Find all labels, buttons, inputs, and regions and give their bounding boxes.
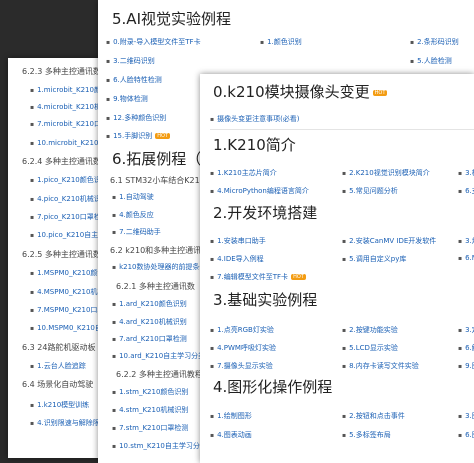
list-item[interactable]: ▪ 4.MicroPython编程语言简介	[210, 186, 338, 196]
list-item[interactable]: ▪ 5.常见问题分析	[342, 186, 454, 196]
section-title: 3.基础实验例程	[213, 291, 318, 309]
front-panel: 0.k210模块摄像头变更 HOT ▪ 摄像头变更注意事项(必看) 1.K210简介…	[200, 74, 474, 463]
section-title: 0.k210模块摄像头变更 HOT	[213, 83, 388, 101]
list-item[interactable]: ▪ 2.条形码识别	[410, 37, 474, 47]
page-title: 5.AI视觉实验例程	[112, 10, 231, 28]
list-item[interactable]: ▪ 3.二维码识别	[106, 56, 256, 66]
section-heading: 6.2.1 多种主控通讯数	[116, 282, 195, 291]
list-item[interactable]: ▪ 摄像头变更注意事项(必看)	[210, 114, 410, 124]
section-heading: 6.2.2 多种主控通讯教程	[116, 370, 203, 379]
section-title: 4.图形化操作例程	[213, 378, 333, 396]
list-item[interactable]: ▪3.烧录	[458, 236, 474, 246]
list-item[interactable]: ▪ 1.颜色识别	[260, 37, 380, 47]
hot-badge: HOT	[291, 274, 306, 280]
list-item[interactable]: ▪3.定时	[458, 325, 474, 335]
hot-badge: HOT	[155, 133, 170, 139]
list-item[interactable]: ▪9.图	[458, 361, 474, 371]
section-heading: 6.2.4 多种主控通讯数	[22, 157, 101, 166]
list-item[interactable]: ▪ 1.K210主芯片简介	[210, 168, 338, 178]
section-title: 2.开发环境搭建	[213, 204, 318, 222]
list-item[interactable]: ▪ 1.安装串口助手	[210, 236, 338, 246]
list-item[interactable]: ▪ 2.按钮和点击事件	[342, 411, 454, 421]
list-item[interactable]: ▪ 1.绘制图形	[210, 411, 338, 421]
divider	[210, 129, 474, 130]
list-item[interactable]: ▪ 5.调用自定义py库	[342, 254, 454, 264]
list-item[interactable]: ▪6.支架	[458, 186, 474, 196]
section-heading: 6.4 场景化自动驾驶	[22, 380, 94, 389]
list-item[interactable]: ▪ 2.K210视觉识别模块简介	[342, 168, 454, 178]
list-item[interactable]: ▪ 5.LCD显示实验	[342, 343, 454, 353]
list-item[interactable]: ▪ 7.摄像头显示实验	[210, 361, 338, 371]
list-item[interactable]: ▪ 5.人脸检测	[410, 56, 474, 66]
list-item[interactable]: ▪6.Micro	[458, 254, 474, 262]
list-item[interactable]: ▪ 4.图表动画	[210, 430, 338, 440]
list-item[interactable]: ▪ 1.点亮RGB灯实验	[210, 325, 338, 335]
list-item[interactable]: ▪ 5.多标签布局	[342, 430, 454, 440]
section-heading: 6.2.5 多种主控通讯数	[22, 250, 101, 259]
section-heading: 6.2.3 多种主控通讯数	[22, 67, 101, 76]
list-item[interactable]: ▪ 8.内存卡读写文件实验	[342, 361, 454, 371]
section-heading: 6.3 24路舵机驱动板	[22, 343, 96, 352]
list-item[interactable]: ▪ 4.PWM呼吸灯实验	[210, 343, 338, 353]
list-item[interactable]: ▪ 0.附录-导入模型文件至TF卡	[106, 37, 256, 47]
section-heading: 6.1 STM32小车结合K210	[110, 176, 205, 185]
section-title: 6.拓展例程（	[112, 150, 202, 168]
section-heading: 6.2 k210和多种主控通讯	[110, 246, 202, 255]
list-item[interactable]: ▪ 2.安装CanMV IDE开发软件	[342, 236, 454, 246]
list-item[interactable]: ▪3.图	[458, 411, 474, 421]
list-item[interactable]: ▪6.图	[458, 430, 474, 440]
list-item[interactable]: ▪ 7.编辑模型文件至TF卡 HOT	[210, 272, 338, 282]
list-item[interactable]: ▪6.触摸	[458, 343, 474, 353]
list-item[interactable]: ▪3.模块	[458, 168, 474, 178]
hot-badge: HOT	[372, 89, 388, 96]
section-title: 1.K210简介	[213, 136, 296, 154]
list-item[interactable]: ▪ 4.IDE导入例程	[210, 254, 338, 264]
list-item[interactable]: ▪ 2.按键功能实验	[342, 325, 454, 335]
